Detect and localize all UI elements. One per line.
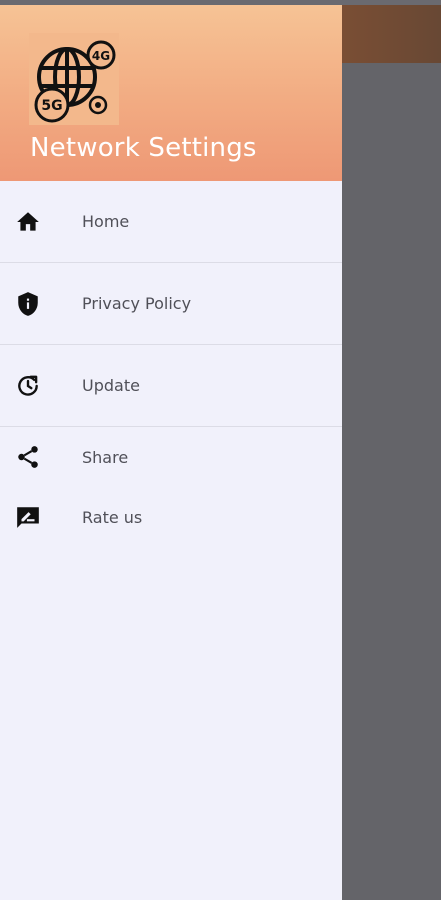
menu-item-label: Rate us [82, 507, 143, 527]
drawer-header: 4G 5G Network Settings [0, 5, 342, 181]
drawer-title: Network Settings [30, 133, 257, 163]
menu-item-label: Privacy Policy [82, 294, 192, 313]
menu-item-label: Share [82, 447, 129, 467]
app-bar-behind-scrim [342, 5, 441, 63]
navigation-drawer: 4G 5G Network Settings Home Privacy Poli… [0, 5, 342, 900]
menu-item-privacy-policy[interactable]: Privacy Policy [0, 263, 342, 344]
logo-badge-4g: 4G [92, 49, 110, 63]
menu-item-label: Home [82, 212, 130, 231]
share-icon [15, 444, 41, 470]
menu-item-update[interactable]: Update [0, 345, 342, 426]
menu-item-share[interactable]: Share [0, 427, 342, 487]
rate-review-icon [15, 504, 41, 530]
menu-item-label: Update [82, 376, 140, 395]
update-clock-icon [15, 373, 41, 399]
drawer-scrim[interactable] [342, 63, 441, 900]
logo-badge-5g: 5G [41, 98, 62, 114]
app-logo: 4G 5G [29, 33, 119, 125]
globe-network-icon: 4G 5G [29, 33, 119, 125]
home-icon [15, 209, 41, 235]
menu-item-home[interactable]: Home [0, 181, 342, 262]
shield-info-icon [15, 291, 41, 317]
menu-item-rate-us[interactable]: Rate us [0, 487, 342, 547]
drawer-menu: Home Privacy Policy Update Share Rate us [0, 181, 342, 547]
